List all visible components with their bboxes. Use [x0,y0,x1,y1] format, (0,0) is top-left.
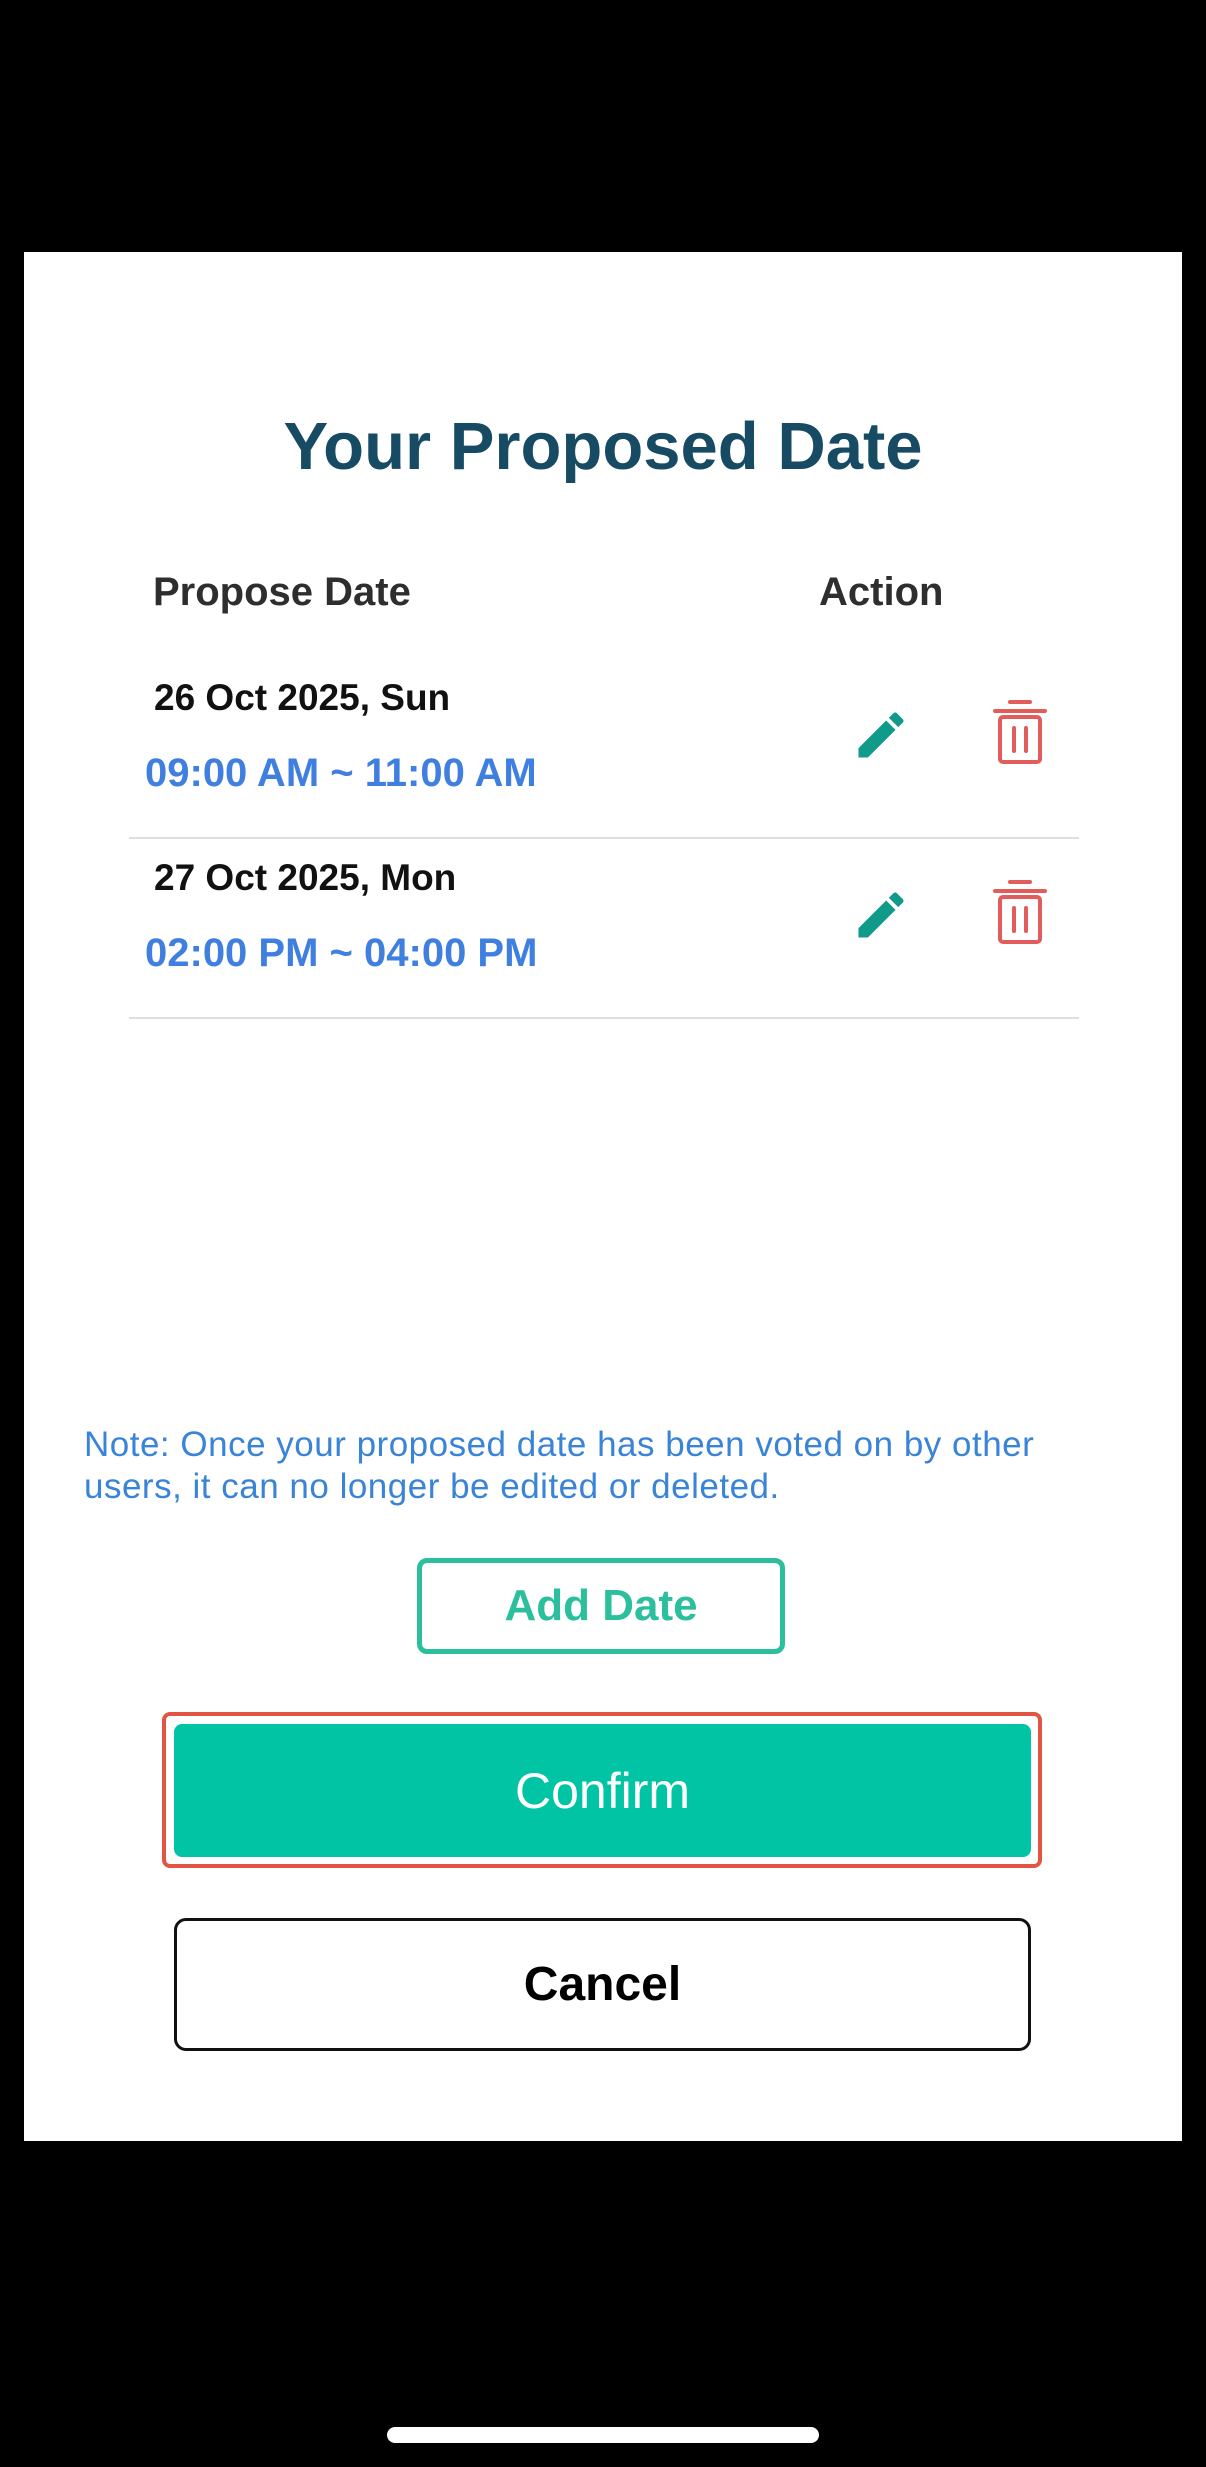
confirm-button[interactable]: Confirm [174,1724,1031,1857]
delete-button[interactable] [985,872,1055,952]
column-header-action: Action [819,570,944,614]
edit-restriction-note: Note: Once your proposed date has been v… [84,1425,1035,1506]
proposal-row: 27 Oct 2025, Mon 02:00 PM ~ 04:00 PM [129,838,1079,1019]
proposed-date-dialog: Your Proposed Date Propose Date Action 2… [24,252,1182,2141]
cancel-button[interactable]: Cancel [174,1918,1031,2051]
column-header-propose-date: Propose Date [153,570,411,614]
proposal-row: 26 Oct 2025, Sun 09:00 AM ~ 11:00 AM [129,658,1079,839]
pencil-icon [858,892,904,938]
proposal-date: 26 Oct 2025, Sun [154,677,451,718]
proposal-time: 09:00 AM ~ 11:00 AM [145,751,537,795]
delete-button[interactable] [985,692,1055,772]
add-date-button[interactable]: Add Date [417,1558,785,1654]
proposal-time: 02:00 PM ~ 04:00 PM [145,931,538,975]
trash-icon [993,880,1047,944]
edit-button[interactable] [844,878,918,952]
edit-button[interactable] [844,698,918,772]
dialog-title: Your Proposed Date [283,409,923,484]
trash-icon [993,700,1047,764]
pencil-icon [858,712,904,758]
proposal-date: 27 Oct 2025, Mon [154,857,457,898]
home-indicator [387,2427,819,2443]
